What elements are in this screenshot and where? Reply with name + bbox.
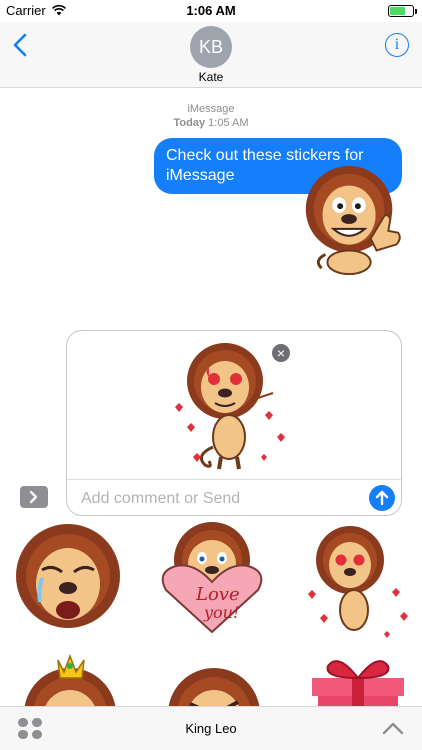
sticker-lion-crown-sunglasses[interactable] — [10, 642, 130, 706]
compose-divider — [67, 479, 401, 480]
status-bar: Carrier 1:06 AM — [0, 0, 422, 22]
sent-sticker-lion-thumbs-up[interactable] — [292, 160, 410, 278]
sticker-drawer: Love you! — [0, 520, 422, 706]
expand-chevron-icon[interactable] — [20, 486, 48, 508]
message-timestamp: iMessage Today 1:05 AM — [0, 102, 422, 130]
battery-icon — [388, 5, 417, 17]
conversation-header: KB Kate i — [0, 22, 422, 88]
time-label: 1:05 AM — [208, 117, 249, 129]
remove-sticker-icon[interactable]: × — [271, 343, 291, 363]
sticker-lion-crying[interactable] — [8, 522, 128, 642]
contact-name[interactable]: Kate — [0, 70, 422, 84]
compose-box: × — [66, 330, 402, 516]
status-time: 1:06 AM — [186, 3, 236, 18]
service-label: iMessage — [187, 103, 235, 115]
sticker-love-text: Love — [195, 584, 240, 605]
app-bottom-bar: King Leo — [0, 706, 422, 750]
sticker-lion-love-you-heart[interactable]: Love you! — [152, 520, 272, 640]
sticker-app-name: King Leo — [185, 721, 237, 736]
contact-avatar[interactable]: KB — [190, 26, 232, 68]
collapse-chevron-icon[interactable] — [382, 721, 404, 735]
send-arrow-icon[interactable] — [369, 485, 395, 511]
back-chevron-icon[interactable] — [10, 32, 32, 58]
sticker-lion-heart-eyes[interactable] — [296, 522, 416, 642]
day-label: Today — [173, 117, 206, 129]
sticker-lion-angry[interactable] — [154, 642, 274, 706]
sticker-you-text: you! — [203, 603, 239, 622]
comment-input[interactable] — [81, 487, 341, 511]
sticker-gift-box[interactable] — [298, 644, 418, 706]
info-icon[interactable]: i — [385, 33, 409, 57]
